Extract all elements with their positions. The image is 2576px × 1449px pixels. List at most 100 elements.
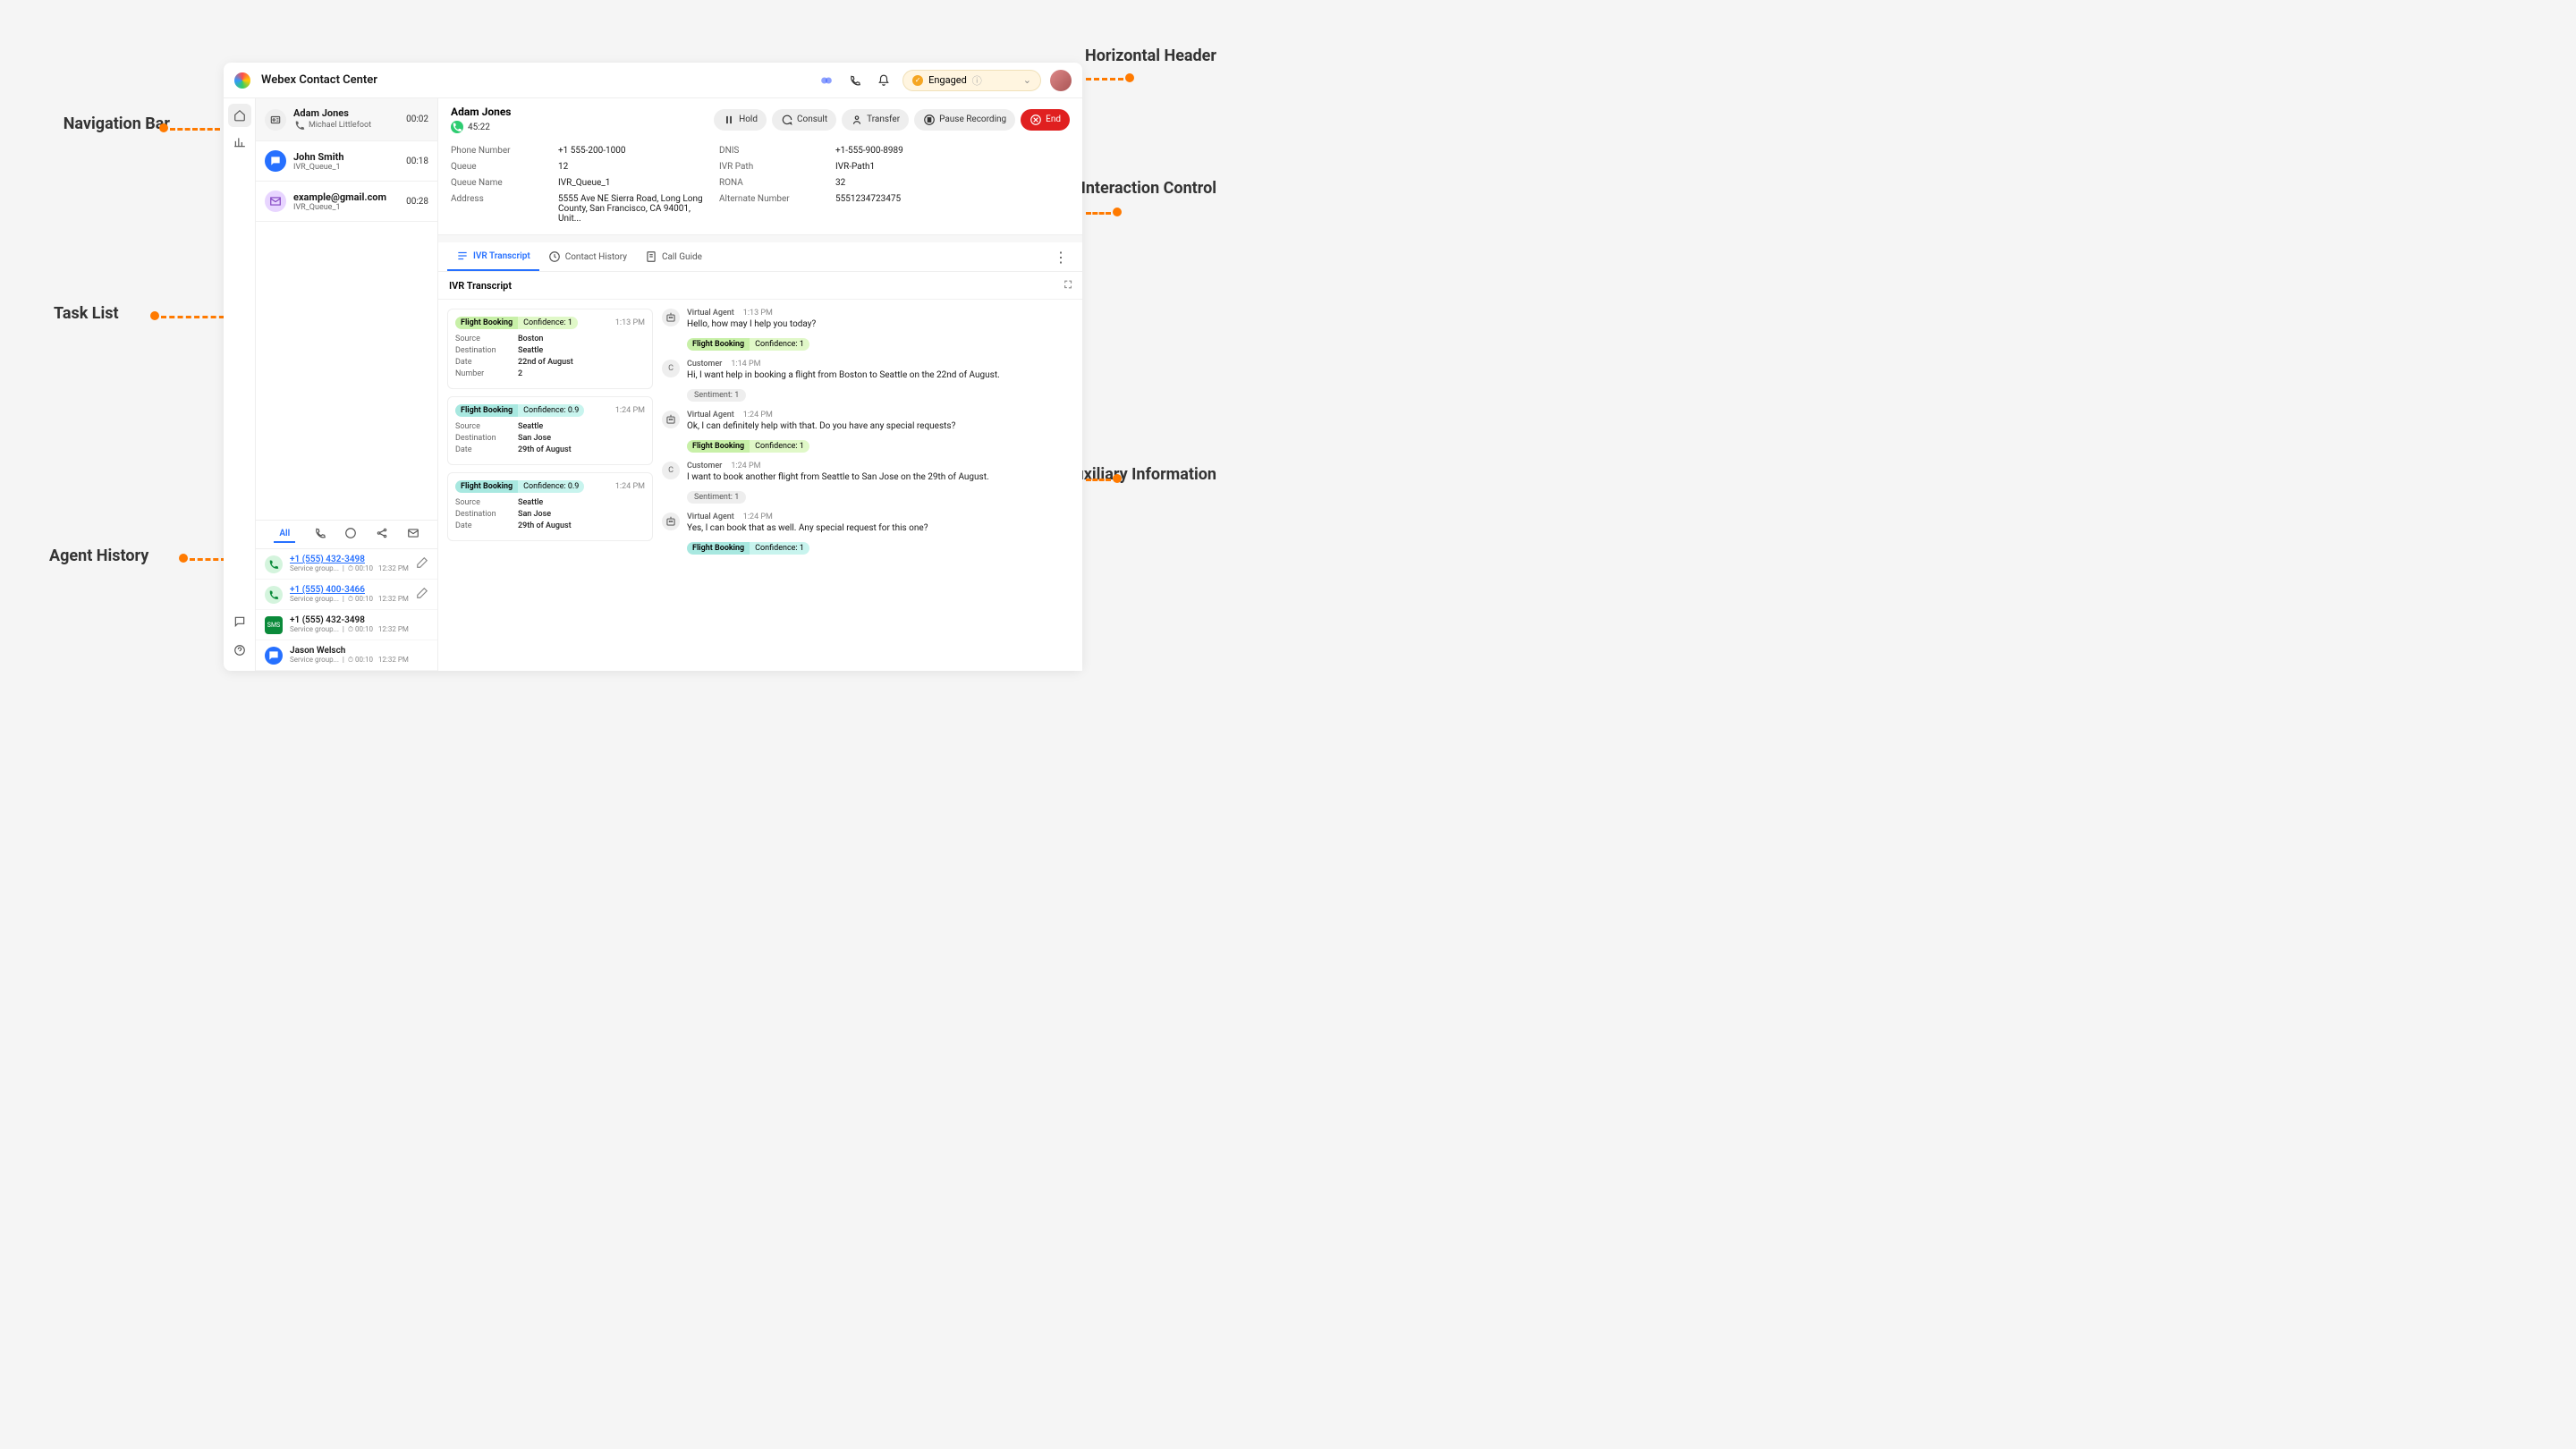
transcript-messages: Virtual Agent1:13 PM Hello, how may I he… <box>662 309 1073 662</box>
task-queue: IVR_Queue_1 <box>293 163 399 172</box>
aux-tab-ivr[interactable]: IVR Transcript <box>447 242 539 271</box>
task-item[interactable]: Adam Jones Michael Littlefoot 00:02 <box>256 98 437 141</box>
field-value: +1 555-200-1000 <box>558 146 710 156</box>
history-number: +1 (555) 432-3498 <box>290 615 428 625</box>
call-timer: 45:22 <box>451 121 511 133</box>
transcript-card[interactable]: Flight BookingConfidence: 0.9 1:24 PMSou… <box>447 472 653 541</box>
history-item[interactable]: SMS +1 (555) 432-3498 Service group... |… <box>256 610 437 640</box>
transcript-message: C Customer1:24 PM I want to book another… <box>662 462 1073 504</box>
header-right: ✓ Engaged ⓘ ⌄ <box>817 70 1072 91</box>
expand-icon[interactable]: ⛶ <box>1064 279 1072 292</box>
body: Adam Jones Michael Littlefoot 00:02 John… <box>224 98 1082 671</box>
transcript-card[interactable]: Flight BookingConfidence: 0.9 1:24 PMSou… <box>447 396 653 465</box>
history-number[interactable]: +1 (555) 400-3466 <box>290 585 409 595</box>
pause-recording-button[interactable]: Pause Recording <box>914 109 1015 131</box>
history-meta: Service group... | ⏱ 00:10 12:32 PM <box>290 625 428 634</box>
field-label: DNIS <box>719 146 826 156</box>
webex-icon[interactable] <box>817 71 836 90</box>
nav-chat[interactable] <box>228 610 251 633</box>
transcript-message: C Customer1:14 PM Hi, I want help in boo… <box>662 360 1073 402</box>
user-avatar[interactable] <box>1050 70 1072 91</box>
callout-line <box>170 128 220 131</box>
nav-analytics[interactable] <box>228 131 251 154</box>
field-value: IVR_Queue_1 <box>558 178 710 188</box>
sentiment-tag: Sentiment: 1 <box>687 491 746 504</box>
transfer-button[interactable]: Transfer <box>842 109 909 131</box>
bell-icon[interactable] <box>874 71 894 90</box>
history-tab-chat-icon[interactable] <box>344 526 357 538</box>
callout-line <box>1086 479 1111 481</box>
phone-icon[interactable] <box>845 71 865 90</box>
history-item[interactable]: Jason Welsch Service group... | ⏱ 00:10 … <box>256 640 437 671</box>
field-label: RONA <box>719 178 826 188</box>
contact-name: Adam Jones <box>451 106 511 118</box>
callout-line <box>1086 212 1111 215</box>
history-tab-mail-icon[interactable] <box>407 526 419 538</box>
hold-button[interactable]: Hold <box>714 109 767 131</box>
transcript-message: Virtual Agent1:24 PM Yes, I can book tha… <box>662 513 1073 555</box>
status-selector[interactable]: ✓ Engaged ⓘ ⌄ <box>902 70 1041 91</box>
history-tab-phone-icon[interactable] <box>314 526 326 538</box>
task-item[interactable]: example@gmail.com IVR_Queue_1 00:28 <box>256 182 437 222</box>
msg-sender: Virtual Agent <box>687 411 734 419</box>
transcript-card[interactable]: Flight BookingConfidence: 1 1:13 PMSourc… <box>447 309 653 389</box>
nav-help[interactable] <box>228 639 251 662</box>
callout-dot <box>150 311 159 320</box>
aux-more-icon[interactable]: ⋮ <box>1048 243 1073 271</box>
interaction-header: Adam Jones 45:22 Hold Consult Transfer P… <box>438 98 1082 140</box>
msg-avatar-icon <box>662 513 680 530</box>
logo-icon <box>234 72 250 89</box>
status-check-icon: ✓ <box>912 75 923 86</box>
task-name: example@gmail.com <box>293 191 399 203</box>
msg-text: Ok, I can definitely help with that. Do … <box>687 421 1073 431</box>
history-tab-all[interactable]: All <box>274 526 295 543</box>
history-number[interactable]: +1 (555) 432-3498 <box>290 555 409 564</box>
interaction-details: Phone Number+1 555-200-1000DNIS+1-555-90… <box>438 140 1082 234</box>
aux-title: IVR Transcript <box>449 280 512 292</box>
card-value: Seattle <box>518 498 543 507</box>
field-label: Alternate Number <box>719 194 826 224</box>
card-key: Source <box>455 422 518 431</box>
msg-sender: Customer <box>687 462 722 470</box>
header: Webex Contact Center ✓ Engaged ⓘ ⌄ <box>224 63 1082 98</box>
callout-header: Horizontal Header <box>1085 47 1216 66</box>
card-key: Source <box>455 498 518 507</box>
aux-title-bar: IVR Transcript ⛶ <box>438 272 1082 300</box>
card-time: 1:13 PM <box>615 318 645 327</box>
task-item[interactable]: John Smith IVR_Queue_1 00:18 <box>256 141 437 182</box>
card-key: Destination <box>455 510 518 519</box>
msg-text: Yes, I can book that as well. Any specia… <box>687 523 1073 533</box>
interaction-actions: Hold Consult Transfer Pause Recording En… <box>714 109 1070 131</box>
card-key: Date <box>455 521 518 530</box>
history-meta: Service group... | ⏱ 00:10 12:32 PM <box>290 564 409 573</box>
transcript-message: Virtual Agent1:13 PM Hello, how may I he… <box>662 309 1073 351</box>
nav-bottom <box>228 610 251 662</box>
aux-tab-guide[interactable]: Call Guide <box>636 243 711 270</box>
task-type-icon <box>265 109 286 131</box>
callout-dot <box>1113 208 1122 216</box>
history-item[interactable]: +1 (555) 432-3498 Service group... | ⏱ 0… <box>256 549 437 580</box>
edit-icon[interactable] <box>416 555 428 572</box>
aux-tab-history[interactable]: Contact History <box>539 243 636 270</box>
field-value: +1-555-900-8989 <box>835 146 1070 156</box>
consult-button[interactable]: Consult <box>772 109 836 131</box>
card-key: Destination <box>455 346 518 355</box>
card-key: Number <box>455 369 518 378</box>
field-value: IVR-Path1 <box>835 162 1070 172</box>
history-tab-share-icon[interactable] <box>376 526 388 538</box>
status-label: Engaged <box>928 74 967 86</box>
main-panel: Adam Jones 45:22 Hold Consult Transfer P… <box>438 98 1082 671</box>
card-value: Seattle <box>518 422 543 431</box>
card-time: 1:24 PM <box>615 406 645 415</box>
nav-home[interactable] <box>228 104 251 127</box>
edit-icon[interactable] <box>416 586 428 603</box>
task-name: John Smith <box>293 151 399 163</box>
end-button[interactable]: End <box>1021 109 1070 131</box>
msg-sender: Virtual Agent <box>687 513 734 521</box>
history-tabs: All <box>256 521 437 549</box>
field-label: Address <box>451 194 549 224</box>
history-meta: Service group... | ⏱ 00:10 12:32 PM <box>290 656 428 665</box>
history-item[interactable]: +1 (555) 400-3466 Service group... | ⏱ 0… <box>256 580 437 610</box>
callout-interaction: Interaction Control <box>1081 179 1216 199</box>
card-value: 29th of August <box>518 445 572 454</box>
